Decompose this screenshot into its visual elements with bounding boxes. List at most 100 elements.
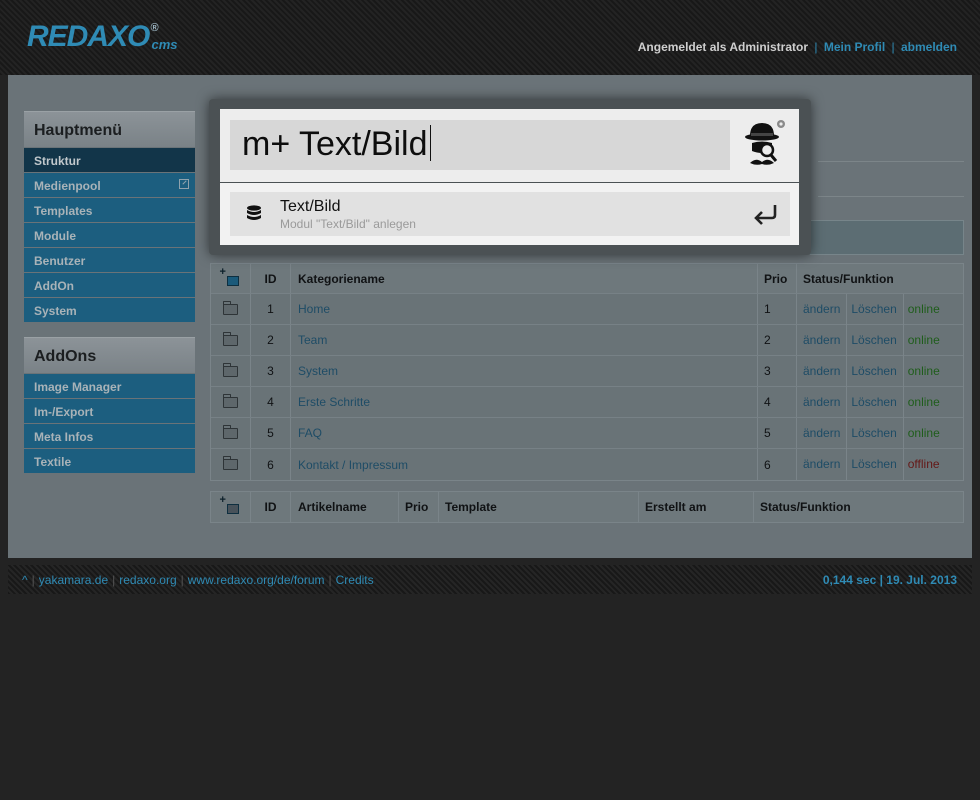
delete-link[interactable]: Löschen — [851, 417, 904, 449]
category-id: 6 — [251, 449, 291, 480]
category-name-link[interactable]: System — [298, 364, 338, 378]
column-status: Status/Funktion — [760, 500, 851, 514]
divider — [818, 196, 964, 197]
addons-menu-title: AddOns — [24, 337, 195, 373]
category-name-link[interactable]: FAQ — [298, 426, 322, 440]
header: REDAXO® cms Angemeldet als Administrator … — [0, 0, 980, 75]
menu-item-medienpool[interactable]: Medienpool — [24, 173, 195, 197]
logo-text: REDAXO — [27, 20, 150, 53]
menu-item-image-manager[interactable]: Image Manager — [24, 374, 195, 398]
popup-icon[interactable] — [179, 179, 189, 189]
divider — [818, 161, 964, 162]
delete-link[interactable]: Löschen — [851, 386, 904, 418]
category-name-link[interactable]: Erste Schritte — [298, 395, 370, 409]
column-status: Status/Funktion — [803, 271, 894, 286]
text-caret — [429, 125, 431, 161]
category-id: 5 — [251, 418, 291, 448]
column-name: Artikelname — [291, 492, 399, 522]
column-prio: Prio — [758, 264, 797, 293]
folder-icon — [223, 424, 238, 439]
delete-link[interactable]: Löschen — [851, 324, 904, 356]
edit-link[interactable]: ändern — [803, 324, 848, 356]
category-id: 2 — [251, 325, 291, 355]
folder-icon — [223, 393, 238, 408]
addons-menu: AddOns Image Manager Im-/Export Meta Inf… — [24, 337, 195, 473]
top-link[interactable]: ^ — [22, 573, 28, 587]
menu-item-templates[interactable]: Templates — [24, 198, 195, 222]
logo-registered: ® — [150, 22, 158, 34]
delete-link[interactable]: Löschen — [851, 449, 904, 480]
table-row: 1 Home 1 ändern Löschen online — [211, 293, 963, 325]
redaxo-logo[interactable]: REDAXO® cms — [27, 20, 178, 54]
column-name: Kategoriename — [291, 264, 758, 293]
footer-links: ^ | yakamara.de | redaxo.org | www.redaxo.org/… — [22, 573, 374, 587]
table-row: 6 Kontakt / Impressum 6 ändern Löschen offlin… — [211, 449, 963, 480]
status-toggle[interactable]: online — [908, 294, 946, 325]
status-toggle[interactable]: online — [908, 356, 946, 387]
folder-icon — [223, 456, 238, 470]
result-subtitle: Modul "Text/Bild" anlegen — [280, 217, 416, 231]
quick-nav-search-area: m+ Text/Bild — [220, 109, 799, 182]
category-name-link[interactable]: Home — [298, 302, 330, 316]
profile-link[interactable]: Mein Profil — [824, 40, 885, 54]
status-toggle[interactable]: offline — [908, 449, 946, 480]
menu-item-benutzer[interactable]: Benutzer — [24, 248, 195, 272]
folder-icon — [223, 331, 238, 346]
menu-item-textile[interactable]: Textile — [24, 449, 195, 473]
spy-mascot-icon[interactable] — [742, 119, 788, 171]
folder-icon — [223, 300, 238, 315]
table-row: 5 FAQ 5 ändern Löschen online — [211, 417, 963, 449]
footer: ^ | yakamara.de | redaxo.org | www.redaxo.org/… — [8, 565, 972, 594]
menu-item-im-export[interactable]: Im-/Export — [24, 399, 195, 423]
status-toggle[interactable]: online — [908, 325, 946, 356]
logo-cms: cms — [151, 37, 178, 52]
menu-item-module[interactable]: Module — [24, 223, 195, 247]
edit-link[interactable]: ändern — [803, 386, 848, 418]
column-id: ID — [251, 492, 291, 522]
column-id: ID — [251, 264, 291, 293]
category-prio: 5 — [758, 418, 797, 448]
add-category-icon[interactable] — [220, 266, 239, 286]
category-prio: 6 — [758, 449, 797, 480]
delete-link[interactable]: Löschen — [851, 293, 904, 325]
table-header: ID Kategoriename Prio Status/Funktion — [211, 264, 963, 294]
table-row: 2 Team 2 ändern Löschen online — [211, 324, 963, 356]
breadcrumb-bar — [810, 220, 964, 255]
render-time: 0,144 sec | 19. Jul. 2013 — [822, 573, 957, 587]
menu-item-system[interactable]: System — [24, 298, 195, 322]
edit-link[interactable]: ändern — [803, 449, 848, 480]
delete-link[interactable]: Löschen — [851, 355, 904, 387]
category-name-link[interactable]: Kontakt / Impressum — [298, 458, 408, 472]
category-prio: 2 — [758, 325, 797, 355]
quick-navigation-popup: m+ Text/Bild Text/Bild Modul "Text/Bild"… — [209, 99, 811, 255]
folder-icon — [223, 362, 238, 377]
menu-item-meta-infos[interactable]: Meta Infos — [24, 424, 195, 448]
main-menu: Hauptmenü Struktur Medienpool Templates … — [24, 111, 195, 322]
main-menu-title: Hauptmenü — [24, 111, 195, 147]
status-toggle[interactable]: online — [908, 387, 946, 418]
quick-nav-input[interactable]: m+ Text/Bild — [230, 120, 730, 170]
footer-link-credits[interactable]: Credits — [336, 573, 374, 587]
enter-icon[interactable] — [752, 203, 778, 225]
edit-link[interactable]: ändern — [803, 355, 848, 387]
table-row: 4 Erste Schritte 4 ändern Löschen online — [211, 386, 963, 418]
status-toggle[interactable]: online — [908, 418, 946, 449]
footer-link-redaxo[interactable]: redaxo.org — [119, 573, 176, 587]
add-article-icon[interactable] — [220, 494, 239, 514]
menu-item-struktur[interactable]: Struktur — [24, 148, 195, 172]
category-name-link[interactable]: Team — [298, 333, 327, 347]
footer-link-forum[interactable]: www.redaxo.org/de/forum — [188, 573, 325, 587]
column-template: Template — [439, 492, 639, 522]
logout-link[interactable]: abmelden — [901, 40, 957, 54]
table-header: ID Artikelname Prio Template Erstellt am… — [211, 492, 963, 522]
database-icon — [247, 205, 261, 220]
column-created: Erstellt am — [639, 492, 754, 522]
user-bar: Angemeldet als Administrator | Mein Prof… — [637, 40, 957, 54]
edit-link[interactable]: ändern — [803, 293, 848, 325]
logged-in-text: Angemeldet als Administrator — [637, 40, 809, 54]
edit-link[interactable]: ändern — [803, 417, 848, 449]
menu-item-addon[interactable]: AddOn — [24, 273, 195, 297]
footer-link-yakamara[interactable]: yakamara.de — [39, 573, 108, 587]
quick-nav-results: Text/Bild Modul "Text/Bild" anlegen — [220, 183, 799, 245]
quick-nav-result-item[interactable]: Text/Bild Modul "Text/Bild" anlegen — [230, 192, 790, 236]
